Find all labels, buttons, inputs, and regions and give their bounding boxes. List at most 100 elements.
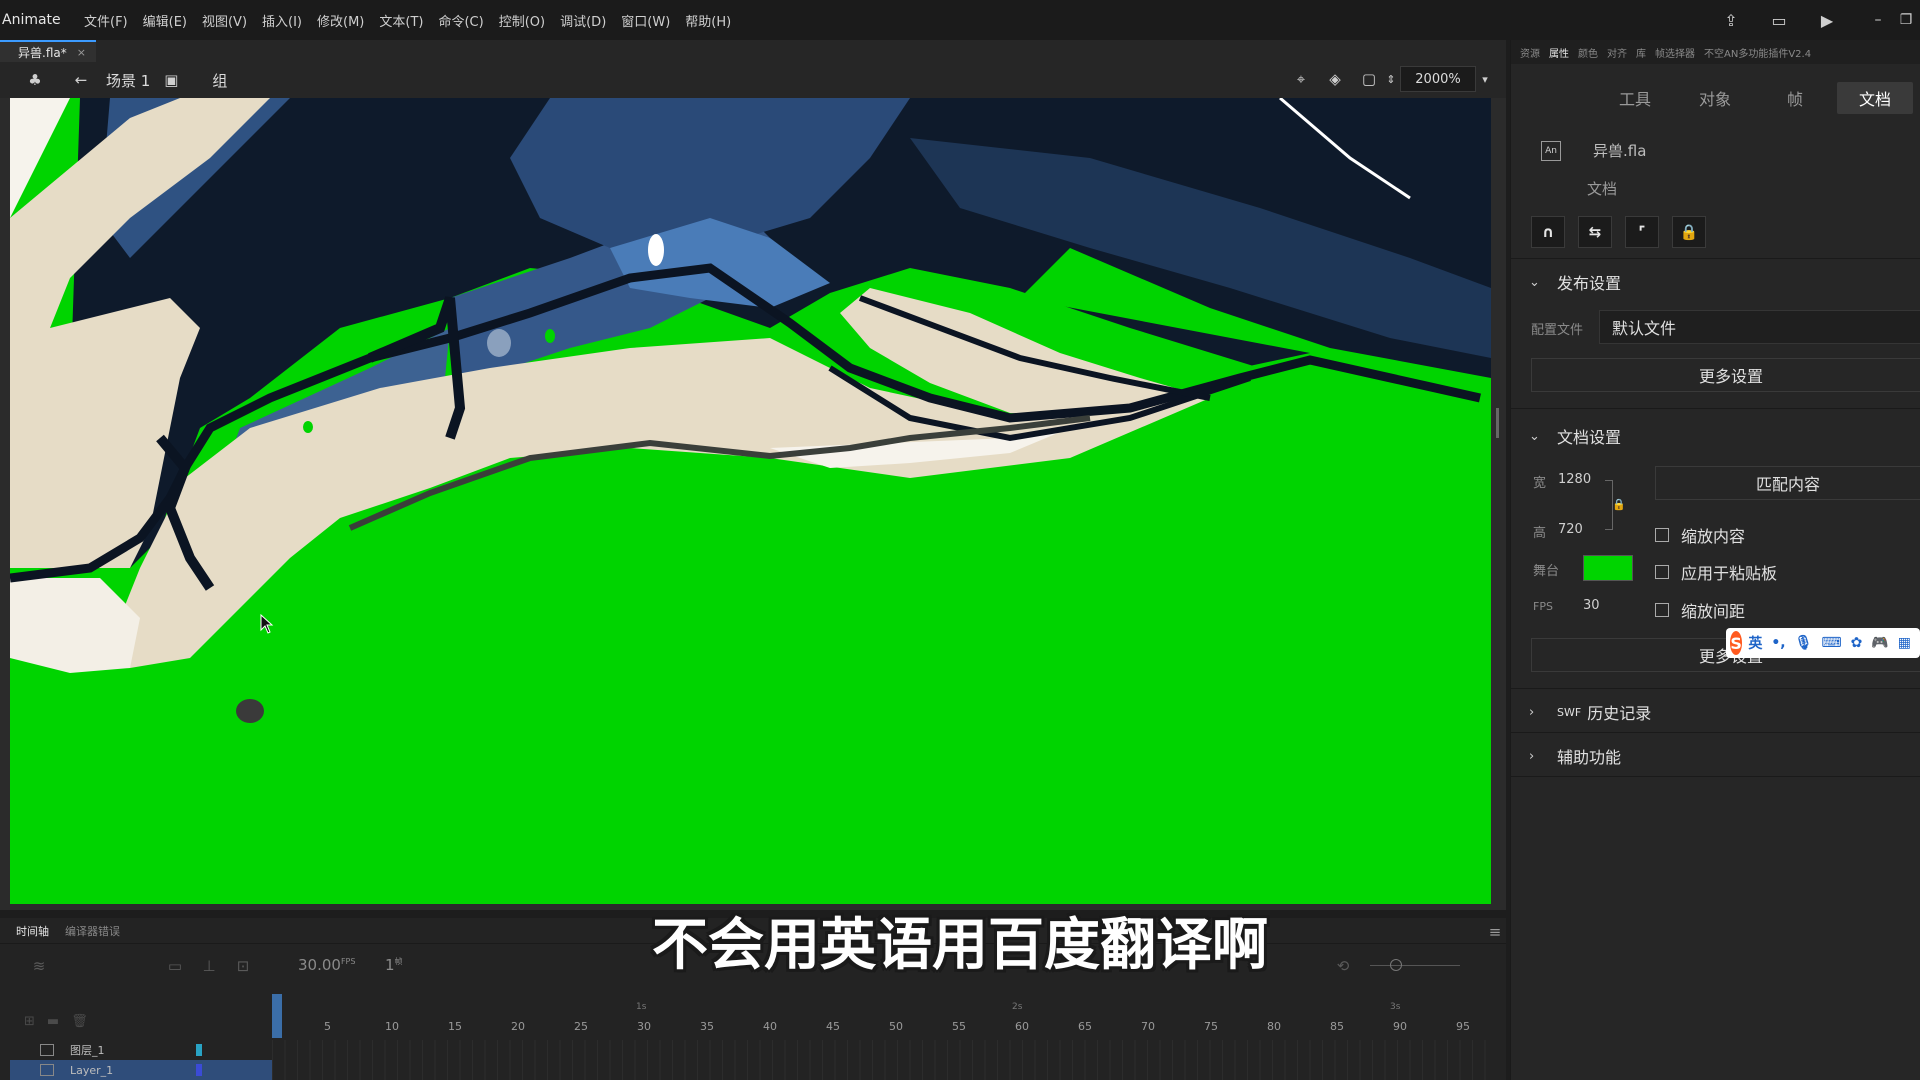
- document-tab-bar: 异兽.fla* ×: [0, 40, 1506, 62]
- tab-library[interactable]: 库: [1636, 45, 1646, 60]
- tab-properties[interactable]: 属性: [1549, 45, 1569, 60]
- frames-grid[interactable]: [272, 1040, 1492, 1080]
- ruler-corner-icon[interactable]: ⌜: [1625, 216, 1659, 248]
- layer-color-swatch[interactable]: [196, 1044, 202, 1056]
- symbol-club-icon[interactable]: ♣: [22, 67, 48, 93]
- add-folder-icon[interactable]: ▬: [47, 1014, 59, 1029]
- document-tab[interactable]: 异兽.fla* ×: [0, 40, 96, 62]
- segment-document[interactable]: 文档: [1837, 82, 1913, 114]
- layer-row-selected[interactable]: Layer_1: [10, 1060, 272, 1080]
- ruler-tick: 95: [1456, 1020, 1470, 1033]
- share-icon[interactable]: ⇪: [1720, 9, 1742, 31]
- zoom-input[interactable]: 2000%: [1400, 66, 1476, 92]
- back-arrow-icon[interactable]: ←: [68, 67, 94, 93]
- apply-pasteboard-checkbox[interactable]: 应用于粘贴板: [1655, 560, 1777, 584]
- profile-select[interactable]: 默认文件: [1599, 310, 1920, 344]
- ruler-tick: 90: [1393, 1020, 1407, 1033]
- edit-scene-icon[interactable]: ▣: [158, 67, 184, 93]
- restore-icon[interactable]: ❐: [1892, 9, 1920, 31]
- test-movie-play-icon[interactable]: ▶: [1816, 9, 1838, 31]
- height-input[interactable]: 720: [1558, 522, 1583, 537]
- accessibility-header[interactable]: › 辅助功能: [1529, 744, 1621, 768]
- scene-breadcrumb[interactable]: 场景 1: [106, 70, 150, 91]
- fit-stage-icon[interactable]: ▢: [1356, 66, 1382, 92]
- vertical-scrollbar[interactable]: [1496, 408, 1499, 438]
- ruler-tick: 30: [637, 1020, 651, 1033]
- menu-modify[interactable]: 修改(M): [317, 11, 364, 30]
- video-subtitle: 不会用英语用百度翻译啊: [652, 913, 1268, 978]
- tab-color[interactable]: 颜色: [1578, 45, 1598, 60]
- workspace-icon[interactable]: ▭: [1768, 9, 1790, 31]
- layer-row[interactable]: 图层_1: [10, 1040, 272, 1060]
- menu-help[interactable]: 帮助(H): [685, 11, 731, 30]
- sogou-logo-icon[interactable]: S: [1730, 631, 1743, 655]
- group-breadcrumb[interactable]: 组: [212, 70, 227, 91]
- document-tool-row: ∩ ⇆ ⌜ 🔒: [1531, 216, 1719, 248]
- swf-history-header[interactable]: › SWF 历史记录: [1529, 700, 1651, 724]
- chevron-down-icon[interactable]: ▾: [1476, 66, 1494, 92]
- menu-commands[interactable]: 命令(C): [438, 11, 483, 30]
- scale-content-checkbox[interactable]: 缩放内容: [1655, 523, 1745, 547]
- menu-bar: Animate 文件(F) 编辑(E) 视图(V) 插入(I) 修改(M) 文本…: [0, 0, 1920, 40]
- delete-layer-icon[interactable]: 🗑: [71, 1014, 88, 1029]
- microphone-icon[interactable]: 🎙: [1795, 635, 1813, 651]
- toolbox-icon[interactable]: ▦: [1898, 635, 1911, 651]
- menu-view[interactable]: 视图(V): [202, 11, 247, 30]
- menu-insert[interactable]: 插入(I): [262, 11, 302, 30]
- width-input[interactable]: 1280: [1558, 472, 1591, 487]
- segment-tool[interactable]: 工具: [1597, 82, 1673, 114]
- publish-settings-header[interactable]: ⌄ 发布设置: [1529, 270, 1621, 294]
- snap-magnet-icon[interactable]: ∩: [1531, 216, 1565, 248]
- aspect-lock-icon[interactable]: 🔒: [1612, 498, 1626, 511]
- match-contents-button[interactable]: 匹配内容: [1655, 466, 1920, 500]
- tab-plugin[interactable]: 不空AN多功能插件V2.4: [1704, 45, 1811, 60]
- tab-frame-picker[interactable]: 帧选择器: [1655, 45, 1695, 60]
- ruler-tick: 60: [1015, 1020, 1029, 1033]
- tab-align[interactable]: 对齐: [1607, 45, 1627, 60]
- layer-name: 图层_1: [70, 1044, 105, 1057]
- tab-assets[interactable]: 资源: [1520, 45, 1540, 60]
- ime-toolbar: S 英 •, 🎙 ⌨ ✿ 🎮 ▦: [1726, 628, 1920, 658]
- document-info: An 异兽.fla: [1541, 140, 1646, 161]
- checkbox[interactable]: [1655, 603, 1669, 617]
- game-icon[interactable]: 🎮: [1871, 635, 1888, 651]
- playhead[interactable]: [272, 994, 282, 1038]
- checkbox[interactable]: [1655, 565, 1669, 579]
- segment-object[interactable]: 对象: [1677, 82, 1753, 114]
- stage-canvas[interactable]: [10, 98, 1491, 904]
- stage-color-swatch[interactable]: [1583, 555, 1633, 581]
- close-icon[interactable]: ×: [77, 46, 86, 59]
- edit-bar: ♣ ← 场景 1 ▣ 组 ⌖ ◈ ▢ ⇕ 2000% ▾: [0, 62, 1506, 98]
- ime-mode-toggle[interactable]: 英: [1748, 633, 1762, 653]
- menu-control[interactable]: 控制(O): [499, 11, 545, 30]
- ruler-tick: 20: [511, 1020, 525, 1033]
- menu-text[interactable]: 文本(T): [379, 11, 423, 30]
- menu-window[interactable]: 窗口(W): [621, 11, 670, 30]
- fps-input[interactable]: 30: [1583, 598, 1600, 613]
- scale-spacing-checkbox[interactable]: 缩放间距: [1655, 598, 1745, 622]
- lock-icon[interactable]: 🔒: [1672, 216, 1706, 248]
- menu-debug[interactable]: 调试(D): [560, 11, 606, 30]
- ruler-tick: 40: [763, 1020, 777, 1033]
- skin-icon[interactable]: ✿: [1851, 635, 1863, 651]
- menu-file[interactable]: 文件(F): [84, 11, 128, 30]
- animate-file-icon: An: [1541, 140, 1561, 161]
- publish-more-settings-button[interactable]: 更多设置: [1531, 358, 1920, 392]
- fps-label: FPS: [1533, 600, 1553, 613]
- layer-color-swatch[interactable]: [196, 1064, 202, 1076]
- ruler-second: 1s: [636, 1002, 647, 1012]
- menu-edit[interactable]: 编辑(E): [143, 11, 187, 30]
- document-settings-header[interactable]: ⌄ 文档设置: [1529, 424, 1621, 448]
- stage-label: 舞台: [1533, 564, 1560, 579]
- clip-content-icon[interactable]: ◈: [1322, 66, 1348, 92]
- checkbox[interactable]: [1655, 528, 1669, 542]
- transform-icon[interactable]: ⇆: [1578, 216, 1612, 248]
- keyboard-icon[interactable]: ⌨: [1821, 635, 1841, 651]
- zoom-stepper-icon[interactable]: ⇕: [1382, 66, 1400, 92]
- add-layer-icon[interactable]: ⊞: [24, 1014, 35, 1029]
- center-stage-icon[interactable]: ⌖: [1288, 66, 1314, 92]
- punctuation-icon[interactable]: •,: [1771, 635, 1785, 651]
- ruler-tick: 5: [324, 1020, 331, 1033]
- minimize-icon[interactable]: –: [1864, 9, 1892, 31]
- segment-frame[interactable]: 帧: [1757, 82, 1833, 114]
